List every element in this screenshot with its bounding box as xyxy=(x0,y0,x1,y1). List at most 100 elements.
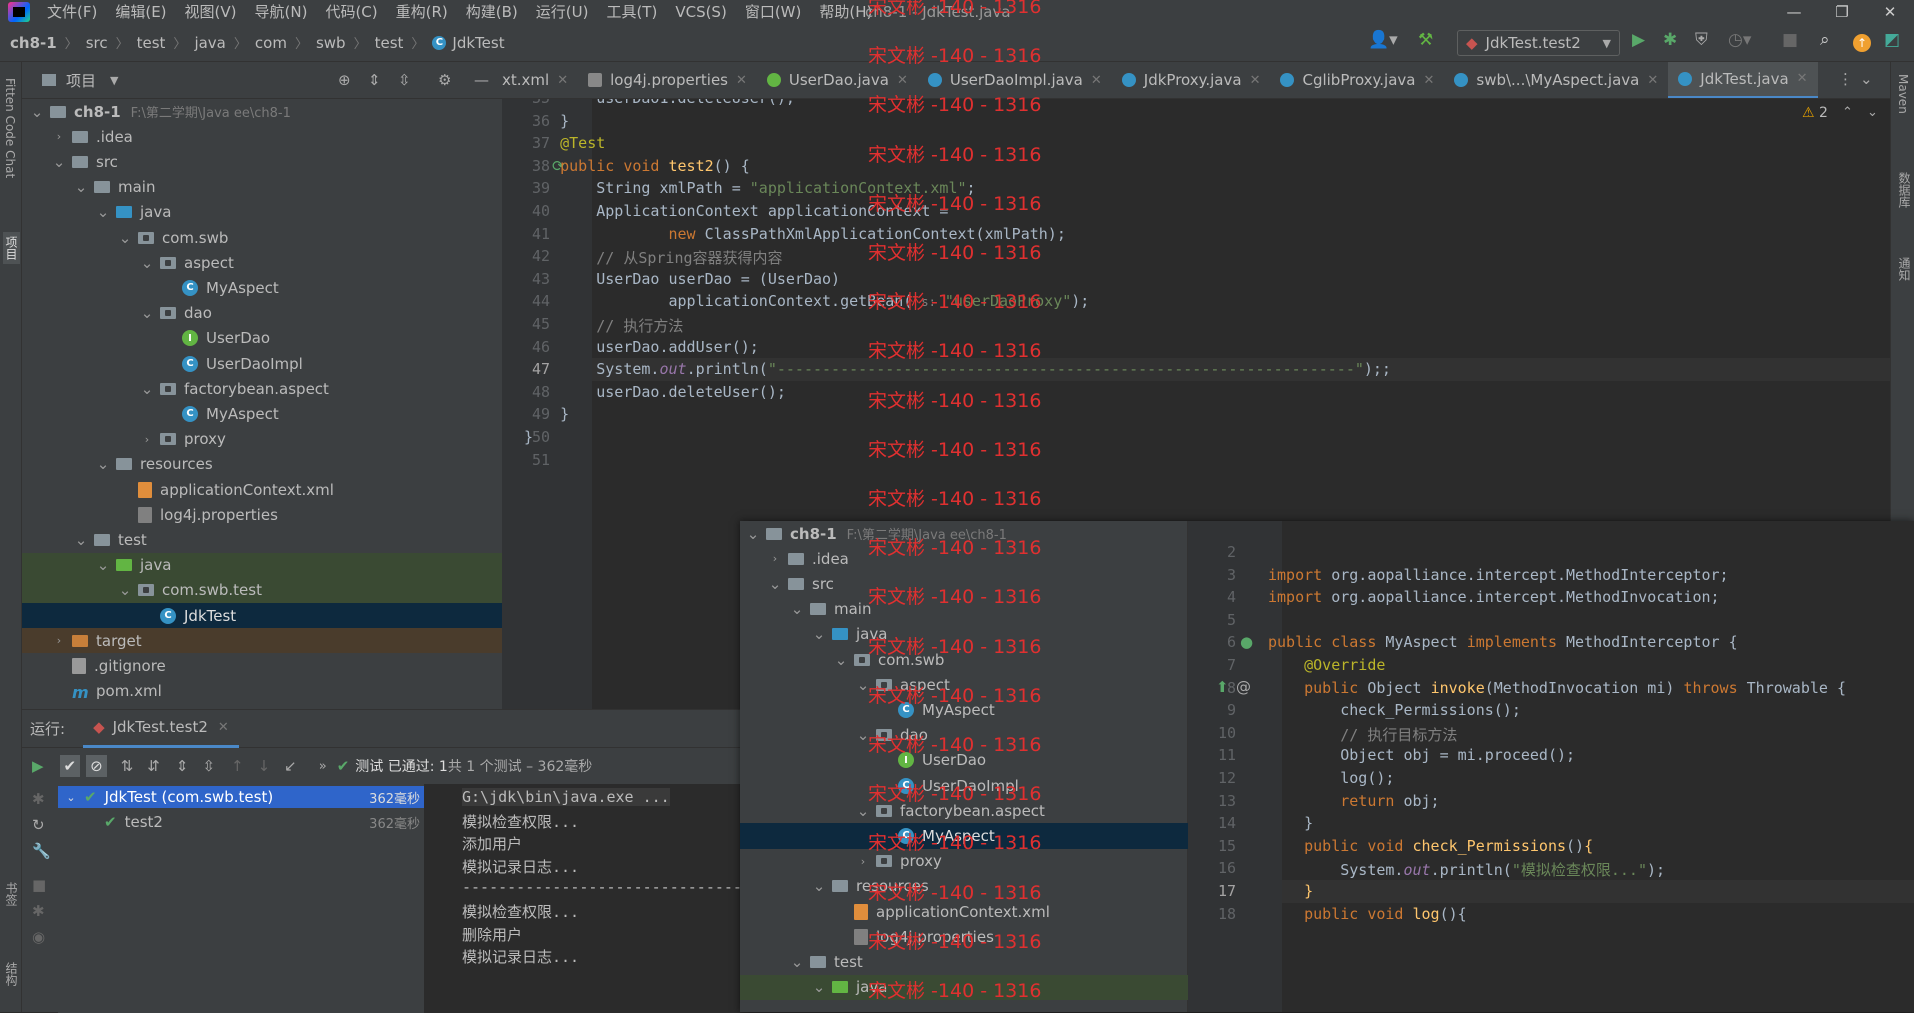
tree-item[interactable]: ⌄ aspect xyxy=(140,250,234,275)
chevron-down-icon[interactable]: ⌄ xyxy=(64,791,78,804)
menu-item[interactable]: VCS(S) xyxy=(666,0,735,24)
stop-icon[interactable]: ■ xyxy=(1782,30,1798,50)
close-icon[interactable]: ✕ xyxy=(1797,71,1808,86)
tree-item[interactable]: C JdkTest xyxy=(140,603,236,628)
tree-item[interactable]: ⌄ test xyxy=(790,949,863,974)
editor-tab[interactable]: UserDao.java ✕ xyxy=(757,62,918,98)
editor-tab[interactable]: log4j.properties ✕ xyxy=(578,62,757,98)
tree-item[interactable]: .gitignore xyxy=(52,653,166,678)
tree-item[interactable]: applicationContext.xml xyxy=(118,477,334,502)
code-line[interactable]: log(); xyxy=(1268,769,1394,787)
export-icon[interactable]: ↙ xyxy=(284,757,297,775)
chevron-down-icon[interactable]: ⌄ xyxy=(96,556,110,574)
chevron-up-icon[interactable]: ⌃ xyxy=(1842,105,1853,120)
run-console[interactable]: G:\jdk\bin\java.exe ... 模拟检查权限... 添加用户 模拟记录… xyxy=(424,784,740,1013)
tree-item[interactable]: ⌄ resources xyxy=(96,452,213,477)
tree-item[interactable]: ⌄ dao xyxy=(140,301,212,326)
rerun-icon[interactable]: ▶ xyxy=(32,757,44,775)
tree-item[interactable]: › target xyxy=(52,628,142,653)
chevron-right-icon[interactable]: › xyxy=(52,130,66,143)
tree-item[interactable]: C MyAspect xyxy=(162,401,279,426)
menu-item[interactable]: 重构(R) xyxy=(387,0,457,24)
code-line[interactable]: System.out.println("--------------------… xyxy=(524,360,1391,378)
search-icon[interactable]: ⌕ xyxy=(1820,30,1830,50)
project-tool-tab[interactable]: 项目 xyxy=(3,232,20,264)
tree-item[interactable]: ⌄ com.swb.test xyxy=(118,578,262,603)
tree-item[interactable]: ⌄ java xyxy=(812,975,888,1000)
code-line[interactable]: import org.aopalliance.intercept.MethodI… xyxy=(1268,588,1720,606)
chevron-down-icon[interactable]: ⌄ xyxy=(140,304,154,322)
sort-alpha-icon[interactable]: ⇅ xyxy=(121,757,134,775)
hide-panel-icon[interactable]: — xyxy=(474,71,489,89)
tree-item[interactable]: ⌄ com.swb xyxy=(834,647,945,672)
code-line[interactable]: } xyxy=(1268,814,1313,832)
tree-item[interactable]: ⌄ src xyxy=(768,571,834,596)
test-result-row[interactable]: ✔ test2 362毫秒 xyxy=(58,811,424,833)
chevron-down-icon[interactable]: ⌄ xyxy=(790,600,804,618)
close-icon[interactable]: ✕ xyxy=(1647,73,1658,88)
chevron-down-icon[interactable]: ⌄ xyxy=(856,802,870,820)
close-icon[interactable]: ✕ xyxy=(1091,73,1102,88)
stop-icon[interactable]: ■ xyxy=(32,876,46,894)
debug-rerun-icon[interactable]: ✱ xyxy=(32,790,45,808)
chevron-down-icon[interactable]: ⌄ xyxy=(74,178,88,196)
tree-item[interactable]: ⌄ main xyxy=(790,597,872,622)
tree-item[interactable]: › proxy xyxy=(140,427,226,452)
close-icon[interactable]: ✕ xyxy=(1250,73,1261,88)
chevron-down-icon[interactable]: ⌄ xyxy=(30,103,44,121)
code-line[interactable]: } xyxy=(524,428,533,446)
chevron-down-icon[interactable]: ⌄ xyxy=(140,380,154,398)
tab-overflow-icon[interactable]: ⌄ xyxy=(1860,70,1873,88)
tree-item[interactable]: C MyAspect xyxy=(878,697,995,722)
tree-item[interactable]: I UserDao xyxy=(162,326,270,351)
chevron-down-icon[interactable]: ⌄ xyxy=(96,455,110,473)
code-line[interactable]: userDao.deleteUser(); xyxy=(524,383,786,401)
code-line[interactable]: check_Permissions(); xyxy=(1268,701,1521,719)
bookmarks-tool-tab[interactable]: 书签 xyxy=(3,882,20,906)
code-line[interactable]: String xmlPath = "applicationContext.xml… xyxy=(524,179,975,197)
code-line[interactable]: public Object invoke(MethodInvocation mi… xyxy=(1268,679,1846,697)
code-line[interactable]: // 执行目标方法 xyxy=(1268,724,1457,745)
tree-item[interactable]: ⌄ dao xyxy=(856,723,928,748)
code-line[interactable]: public void test2() { xyxy=(524,157,750,175)
tree-item[interactable]: log4j.properties xyxy=(834,924,994,949)
chevron-down-icon[interactable]: ⌄ xyxy=(768,575,782,593)
restore-icon[interactable]: ❐ xyxy=(1818,0,1866,24)
chevron-down-icon[interactable]: ⌄ xyxy=(856,726,870,744)
project-panel-title[interactable]: 项目 xyxy=(66,70,96,91)
editor-tab[interactable]: JdkTest.java ✕ xyxy=(1668,62,1818,98)
chevron-down-icon[interactable]: ⌄ xyxy=(746,525,760,543)
close-icon[interactable]: ✕ xyxy=(736,73,747,88)
wrench-icon[interactable]: 🔧 xyxy=(32,842,51,860)
tree-item[interactable]: ⌄ java xyxy=(812,622,888,647)
code-line[interactable]: System.out.println("模拟检查权限..."); xyxy=(1268,859,1665,880)
menu-item[interactable]: 文件(F) xyxy=(38,0,106,24)
code-line[interactable]: ApplicationContext applicationContext = xyxy=(524,202,948,220)
run-configuration-select[interactable]: ◆ JdkTest.test2 ▼ xyxy=(1457,30,1620,56)
tab-list-icon[interactable]: ⋮ xyxy=(1838,70,1853,88)
build-hammer-icon[interactable]: ⚒ xyxy=(1418,30,1433,50)
code-line[interactable]: } xyxy=(524,112,569,130)
minimize-icon[interactable]: — xyxy=(1770,0,1818,24)
tree-item[interactable]: ⌄ com.swb xyxy=(118,225,229,250)
chevron-down-icon[interactable]: ⌄ xyxy=(812,625,826,643)
chevron-down-icon[interactable]: ⌄ xyxy=(790,953,804,971)
tree-item[interactable]: ⌄ main xyxy=(74,175,156,200)
editor-tab[interactable]: swb\...\MyAspect.java ✕ xyxy=(1444,62,1668,98)
menu-item[interactable]: 编辑(E) xyxy=(106,0,175,24)
next-test-icon[interactable]: ↓ xyxy=(258,757,271,775)
editor-tab[interactable]: JdkProxy.java ✕ xyxy=(1112,62,1271,98)
show-ignored-icon[interactable]: ⊘ xyxy=(86,755,107,777)
more-icon[interactable]: » xyxy=(319,759,327,774)
breadcrumb-item[interactable]: JdkTest xyxy=(452,34,504,52)
menu-item[interactable]: 工具(T) xyxy=(597,0,666,24)
code-line[interactable]: } xyxy=(524,405,569,423)
chevron-down-icon[interactable]: ⌄ xyxy=(812,978,826,996)
chevron-right-icon[interactable]: › xyxy=(52,634,66,647)
prev-test-icon[interactable]: ↑ xyxy=(231,757,244,775)
sort-duration-icon[interactable]: ⇵ xyxy=(147,757,160,775)
code-line[interactable]: userDao1.deleteUser(); xyxy=(524,99,795,107)
plugin-icon[interactable]: ◩ xyxy=(1884,30,1900,50)
menu-item[interactable]: 窗口(W) xyxy=(736,0,811,24)
code-line[interactable]: // 执行方法 xyxy=(524,315,683,336)
